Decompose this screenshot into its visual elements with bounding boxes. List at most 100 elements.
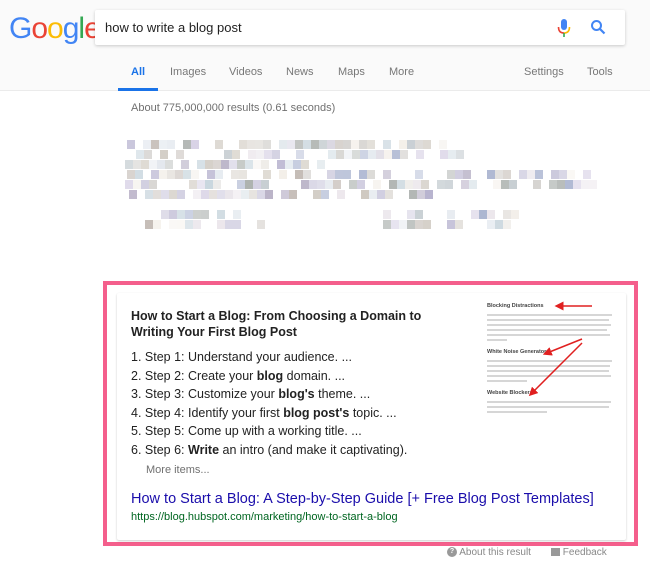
logo-letter: o [31, 12, 48, 45]
blur-pixel [327, 170, 335, 179]
blur-pixel [201, 210, 209, 219]
blur-pixel [129, 190, 137, 199]
blur-pixel [225, 190, 233, 199]
result-title-link[interactable]: How to Start a Blog: A Step-by-Step Guid… [131, 491, 594, 507]
blur-pixel [239, 170, 247, 179]
blur-pixel [253, 180, 261, 189]
blur-pixel [285, 160, 293, 169]
blur-pixel [241, 190, 249, 199]
blur-pixel [583, 170, 591, 179]
blur-pixel [367, 140, 375, 149]
blur-pixel [336, 150, 344, 159]
blur-pixel [389, 180, 397, 189]
step-text: Step 4: Identify your first [144, 405, 284, 420]
tab-all[interactable]: All [131, 66, 145, 78]
step-number: 6. [131, 442, 142, 457]
blur-pixel [207, 170, 215, 179]
blur-pixel [263, 170, 271, 179]
step-bold: blog's [278, 387, 315, 401]
blur-pixel [145, 190, 153, 199]
about-this-result[interactable]: ? About this result [447, 547, 531, 558]
blur-pixel [344, 150, 352, 159]
blur-pixel [141, 160, 149, 169]
tab-maps[interactable]: Maps [338, 66, 365, 78]
blur-pixel [493, 180, 501, 189]
step-item: 2. Step 2: Create your blog domain. ... [131, 367, 407, 386]
blur-pixel [153, 190, 161, 199]
blur-pixel [399, 220, 407, 229]
blur-pixel [261, 180, 269, 189]
blur-pixel [287, 140, 295, 149]
blur-pixel [351, 140, 359, 149]
blur-pixel [376, 150, 384, 159]
step-number: 1. [131, 350, 142, 364]
blur-pixel [279, 140, 287, 149]
header: Google All Images Videos News Maps More … [0, 0, 650, 91]
blur-pixel [181, 160, 189, 169]
blur-pixel [245, 180, 253, 189]
logo-letter: G [9, 12, 32, 45]
blur-pixel [185, 220, 193, 229]
blur-pixel [232, 150, 240, 159]
blur-pixel [197, 180, 205, 189]
blur-pixel [501, 180, 509, 189]
blur-pixel [281, 190, 289, 199]
blur-pixel [264, 150, 272, 159]
tab-videos[interactable]: Videos [229, 66, 262, 78]
blur-pixel [495, 220, 503, 229]
google-logo[interactable]: Google [9, 12, 101, 46]
blur-pixel [217, 190, 225, 199]
tab-news[interactable]: News [286, 66, 314, 78]
blur-pixel [487, 220, 495, 229]
blur-pixel [295, 140, 303, 149]
blur-pixel [279, 170, 287, 179]
blur-pixel [407, 220, 415, 229]
blur-pixel [301, 180, 309, 189]
blur-pixel [303, 140, 311, 149]
step-text: Step 5: Come up with a working title. ..… [144, 424, 362, 438]
blur-pixel [263, 140, 271, 149]
blur-pixel [255, 140, 263, 149]
blur-pixel [159, 140, 167, 149]
blur-pixel [495, 170, 503, 179]
blur-pixel [327, 140, 335, 149]
more-items-link[interactable]: More items... [146, 464, 210, 476]
blur-pixel [415, 140, 423, 149]
snippet-steps-list: 1. Step 1: Understand your audience. ...… [131, 348, 407, 459]
active-tab-indicator [118, 88, 158, 91]
blur-pixel [231, 170, 239, 179]
blur-pixel [141, 180, 149, 189]
search-icon[interactable] [590, 19, 606, 35]
search-tabs: All Images Videos News Maps More Setting… [0, 62, 650, 91]
step-text: Step 2: Create your [144, 368, 257, 383]
tab-settings[interactable]: Settings [524, 66, 564, 78]
search-box [95, 10, 625, 45]
tab-tools[interactable]: Tools [587, 66, 613, 78]
blur-pixel [169, 220, 177, 229]
blur-pixel [471, 210, 479, 219]
blur-pixel [409, 190, 417, 199]
blur-pixel [149, 160, 157, 169]
blur-pixel [177, 220, 185, 229]
blur-pixel [303, 170, 311, 179]
blur-pixel [257, 190, 265, 199]
blur-pixel [289, 190, 297, 199]
blur-pixel [549, 180, 557, 189]
blur-pixel [215, 140, 223, 149]
blur-pixel [421, 180, 429, 189]
blur-pixel [360, 150, 368, 159]
blur-pixel [167, 170, 175, 179]
feedback-link[interactable]: Feedback [551, 547, 607, 558]
snippet-thumbnail-image[interactable]: Blocking Distractions White Noise Genera… [487, 298, 617, 433]
blur-pixel [309, 180, 317, 189]
tab-more[interactable]: More [389, 66, 414, 78]
step-number: 4. [131, 405, 142, 420]
blur-pixel [136, 150, 144, 159]
tab-images[interactable]: Images [170, 66, 206, 78]
search-input[interactable] [105, 10, 535, 45]
question-icon: ? [447, 547, 457, 558]
blur-pixel [272, 150, 280, 159]
blur-pixel [191, 170, 199, 179]
microphone-icon[interactable] [557, 19, 571, 37]
blur-pixel [391, 220, 399, 229]
